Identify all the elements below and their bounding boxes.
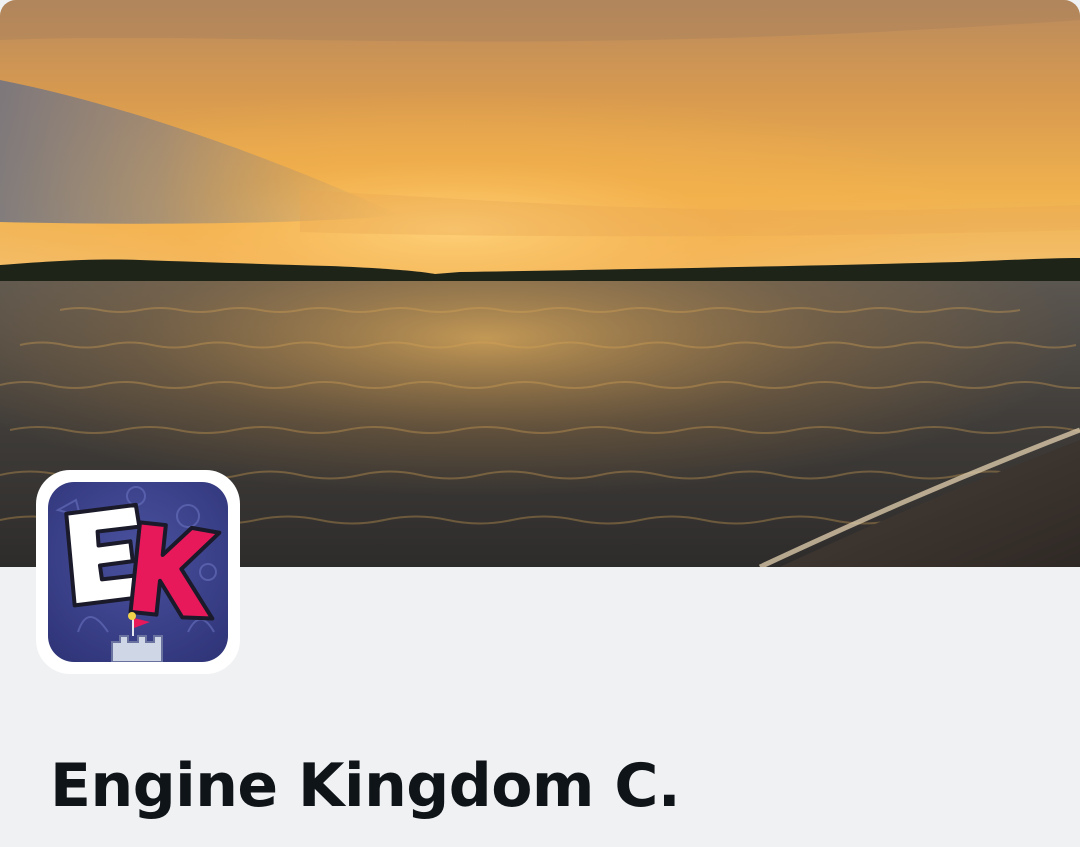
profile-avatar-frame[interactable] bbox=[36, 470, 240, 674]
profile-display-name: Engine Kingdom C. bbox=[50, 751, 681, 821]
avatar[interactable] bbox=[48, 482, 228, 662]
ek-castle-logo-icon bbox=[48, 482, 228, 662]
